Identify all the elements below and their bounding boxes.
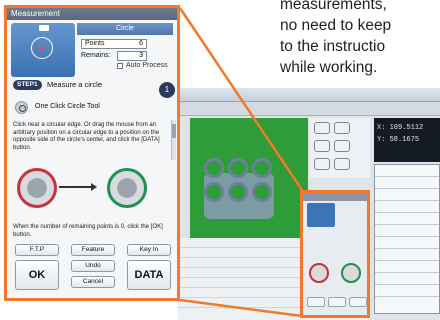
measurement-dialog: Measurement Circle Points 6 Remains: 3 A…	[4, 5, 180, 301]
callout-line-top	[178, 7, 304, 191]
step-badge: STEP1	[13, 80, 42, 90]
preview-marker	[39, 25, 49, 31]
feature-button[interactable]: Feature	[71, 244, 115, 256]
instruction-scrollbar[interactable]	[171, 120, 176, 160]
drag-end-circle-icon	[107, 168, 147, 208]
remains-value: 3	[117, 51, 147, 61]
ftp-button[interactable]: F.T.P	[15, 244, 59, 256]
remains-label: Remains:	[81, 52, 111, 59]
points-value: 6	[139, 40, 143, 47]
auto-process-label: Auto Process	[126, 62, 168, 69]
circle-preview-panel	[11, 23, 75, 77]
cancel-button[interactable]: Cancel	[71, 276, 115, 288]
tool-name: One Click Circle Tool	[35, 103, 100, 110]
drag-start-circle-icon	[17, 168, 57, 208]
ok-button[interactable]: OK	[15, 260, 59, 290]
auto-process-checkbox[interactable]	[117, 63, 123, 69]
one-click-circle-icon[interactable]	[15, 101, 28, 114]
feature-header: Circle	[77, 23, 173, 35]
dialog-title: Measurement	[7, 8, 177, 20]
points-label: Points	[85, 40, 105, 47]
step-title: Measure a circle	[47, 80, 103, 89]
arrow-icon	[59, 183, 97, 191]
instruction-text: Click near a circular edge. Or drag the …	[13, 122, 160, 151]
center-dot-icon	[40, 46, 44, 50]
step-number-badge: 1	[159, 82, 175, 98]
undo-button[interactable]: Undo	[71, 260, 115, 272]
key-in-button[interactable]: Key In	[127, 244, 171, 256]
remaining-points-note: When the number of remaining points is 0…	[13, 224, 163, 238]
callout-line-bottom	[179, 298, 303, 318]
data-button[interactable]: DATA	[127, 260, 171, 290]
points-select[interactable]: Points 6	[81, 39, 147, 49]
